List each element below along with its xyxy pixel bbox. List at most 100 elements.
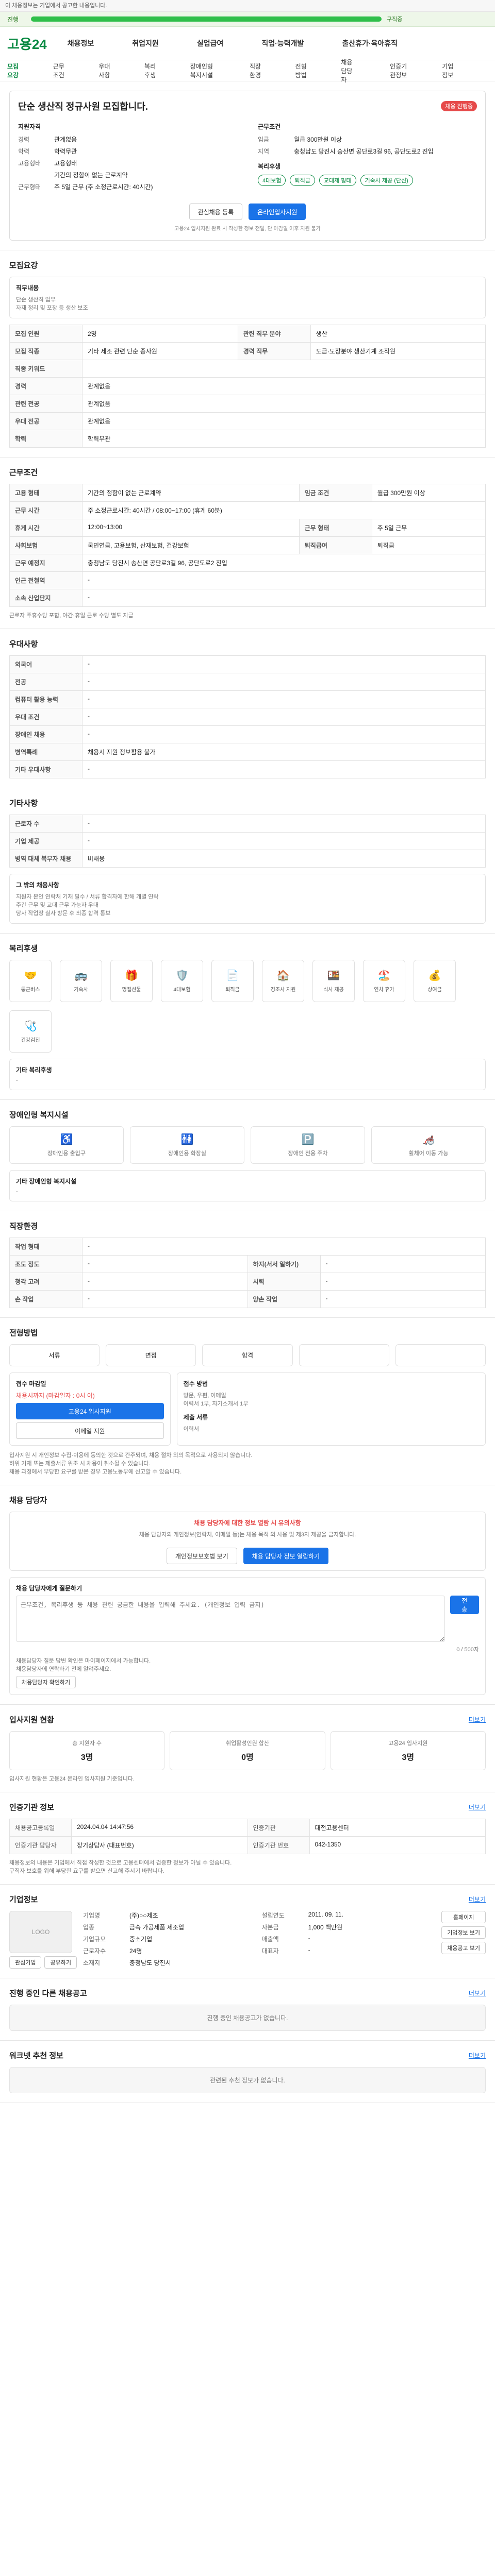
welfare-other-title: 기타 복리후생 [16,1066,52,1074]
company-info-button[interactable]: 기업정보 보기 [441,1926,486,1939]
right-head: 근무조건 [258,123,281,130]
welfare-item: 📄 퇴직금 [211,960,254,1002]
table-row: 기업 제공 - [9,832,486,850]
subnav-welfare[interactable]: 복리후생 [144,62,157,79]
send-question-button[interactable]: 전송 [450,1596,479,1614]
vacation-icon: 🏖️ [377,970,391,981]
subnav-environment[interactable]: 직장환경 [250,62,262,79]
subnav-hr[interactable]: 채용담당자 [341,58,357,84]
welfare-item: 💰 상여금 [414,960,456,1002]
nav-item-support[interactable]: 취업지원 [132,38,159,48]
welfare-item: 🛡️ 4대보험 [161,960,203,1002]
nav-item-leave[interactable]: 출산휴가·육아휴직 [342,38,398,48]
welfare-other: 기타 복리후생 - [9,1059,486,1090]
chip: 퇴직금 [290,175,315,186]
subnav-cert[interactable]: 인증기관정보 [390,62,409,79]
table-row: 직종 키워드 [9,360,486,378]
nav-item-benefit[interactable]: 실업급여 [197,38,224,48]
disability-icons: ♿ 장애인용 출입구 🚻 장애인용 화장실 🅿️ 장애인 전용 주차 🦽 휠체어 이동 … [9,1126,486,1164]
apply-doc-value: 이력서 [183,1426,200,1432]
same-company-more-link[interactable]: 더보기 [469,1989,486,1997]
stats-title: 입사지원 현황 [9,1716,54,1724]
preferences-title: 우대사항 [9,640,38,649]
table-row: 관련 전공 관계없음 [9,395,486,413]
chip: 기숙사 제공 (단신) [360,175,413,186]
company-grid: 기업명 (주)○○제조 설립연도 2011. 09. 11. 업종 금속 가공제품 제… [82,1911,343,1967]
hr-buttons: 개인정보보호법 보기 채용 담당자 정보 열람하기 [16,1548,479,1564]
others-box-title: 그 밖의 채용사항 [16,882,59,889]
left-row: 고용형태 고용형태 [18,160,77,167]
company-jobs-button[interactable]: 채용공고 보기 [441,1942,486,1954]
disability-other-title: 기타 장애인형 복지시설 [16,1178,77,1185]
company-section: 기업정보 더보기 LOGO 관심기업 공유하기 기업명 (주)○○제조 설립연도 2… [0,1885,495,1978]
hr-question-title: 채용 담당자에게 질문하기 [16,1585,82,1592]
hr-confirm-row: 채용담당자 확인하기 [16,1676,479,1688]
share-company-button[interactable]: 공유하기 [44,1956,77,1969]
table-row: 병역 대체 복무자 채용 비채용 [9,850,486,868]
welfare-title: 복리후생 [9,944,38,953]
table-row: 경력 관계없음 [9,377,486,395]
welfare-other-value: - [16,1077,18,1083]
summary-left: 지원자격 경력 관계없음 학력 학력무관 고용형태 고용형태 기간의 정함이 없는 근… [18,122,237,194]
view-hr-info-button[interactable]: 채용 담당자 정보 열람하기 [243,1548,329,1564]
recommend-section: 워크넷 추천 정보 더보기 관련된 추천 정보가 없습니다. [0,2041,495,2103]
apply-email-button[interactable]: 이메일 지원 [16,1422,164,1439]
subnav-recruitment[interactable]: 모집요강 [7,62,20,79]
progress-status: 구직중 [387,16,403,23]
left-row: 경력 관계없음 [18,136,77,143]
others-box-line: 당사 작업장 실사 방문 후 최종 합격 통보 [16,910,111,917]
document-icon: 📄 [226,970,239,981]
table-row: 고용 형태 기간의 정함이 없는 근로계약 임금 조건 월급 300만원 이상 [9,484,486,502]
company-more-link[interactable]: 더보기 [469,1895,486,1904]
process-note: 채용 과정에서 부당한 요구를 받은 경우 고용노동부에 신고할 수 있습니다. [9,1469,182,1475]
subnav-preferences[interactable]: 우대사항 [98,62,111,79]
question-textarea[interactable] [16,1596,445,1642]
bonus-icon: 💰 [428,970,441,981]
summary-actions: 관심채용 등록 온라인입사지원 [18,204,477,220]
table-row: 장애인 채용 - [9,725,486,743]
sub-nav: 모집요강 근무조건 우대사항 복리후생 장애인형 복지시설 직장환경 전형방법 … [0,58,495,84]
apply-deadline: 채용시까지 (마감일자 : 0시 이) [16,1392,95,1399]
disability-item: ♿ 장애인용 출입구 [9,1126,124,1164]
left-head: 지원자격 [18,123,41,130]
subnav-disability[interactable]: 장애인형 복지시설 [190,62,217,79]
welfare-item: 🍱 식사 제공 [312,960,355,1002]
welfare-item: 🚌 기숙사 [60,960,102,1002]
status-badge: 채용 진행중 [441,101,477,111]
clinic-icon: 🩺 [24,1021,37,1032]
apply-online-button-2[interactable]: 고용24 입사지원 [16,1403,164,1419]
cert-more-link[interactable]: 더보기 [469,1803,486,1811]
job-desc: 직무내용 단순 생산직 업무 자재 정리 및 포장 등 생산 보조 [9,277,486,318]
dorm-icon: 🏠 [276,970,290,981]
save-interest-button[interactable]: 관심채용 등록 [189,204,243,220]
table-row: 청각 고려 - 시력 - [9,1273,486,1291]
subnav-process[interactable]: 전형방법 [295,62,308,79]
question-counter: 0 / 500자 [456,1647,479,1653]
left-row: 기간의 정함이 없는 근로계약 [54,172,128,179]
nav-item-jobs[interactable]: 채용정보 [68,38,94,48]
others-title: 기타사항 [9,799,38,808]
company-logo: LOGO [9,1911,72,1953]
cert-title: 인증기관 정보 [9,1803,54,1812]
subnav-conditions[interactable]: 근무조건 [53,62,66,79]
like-company-button[interactable]: 관심기업 [9,1956,42,1969]
chips-head: 복리후생 [258,163,281,170]
apply-deadline-title: 접수 마감일 [16,1380,46,1387]
environment-title: 직장환경 [9,1222,38,1231]
stats-more-link[interactable]: 더보기 [469,1715,486,1724]
job-title: 단순 생산직 정규사원 모집합니다. [18,101,148,112]
nav-item-training[interactable]: 직업·능력개발 [261,38,304,48]
recommend-more-link[interactable]: 더보기 [469,2051,486,2060]
hr-title: 채용 담당자 [9,1496,47,1505]
apply-right: 접수 방법 방문, 우편, 이메일 이력서 1부, 자기소개서 1부 제출 서류… [176,1372,486,1446]
subnav-company[interactable]: 기업정보 [442,62,455,79]
cert-section: 인증기관 정보 더보기 채용공고등록일 2024.04.04 14:47:56 인증… [0,1792,495,1885]
confirm-hr-button[interactable]: 채용담당자 확인하기 [16,1676,76,1688]
table-row: 학력 학력무관 [9,430,486,448]
process-step: 면접 [106,1344,196,1366]
privacy-law-button[interactable]: 개인정보보호법 보기 [166,1548,237,1564]
company-homepage-button[interactable]: 홈페이지 [441,1911,486,1923]
apply-online-button[interactable]: 온라인입사지원 [249,204,306,220]
same-company-title: 진행 중인 다른 채용공고 [9,1989,87,1998]
site-logo[interactable]: 고용24 [7,34,47,53]
